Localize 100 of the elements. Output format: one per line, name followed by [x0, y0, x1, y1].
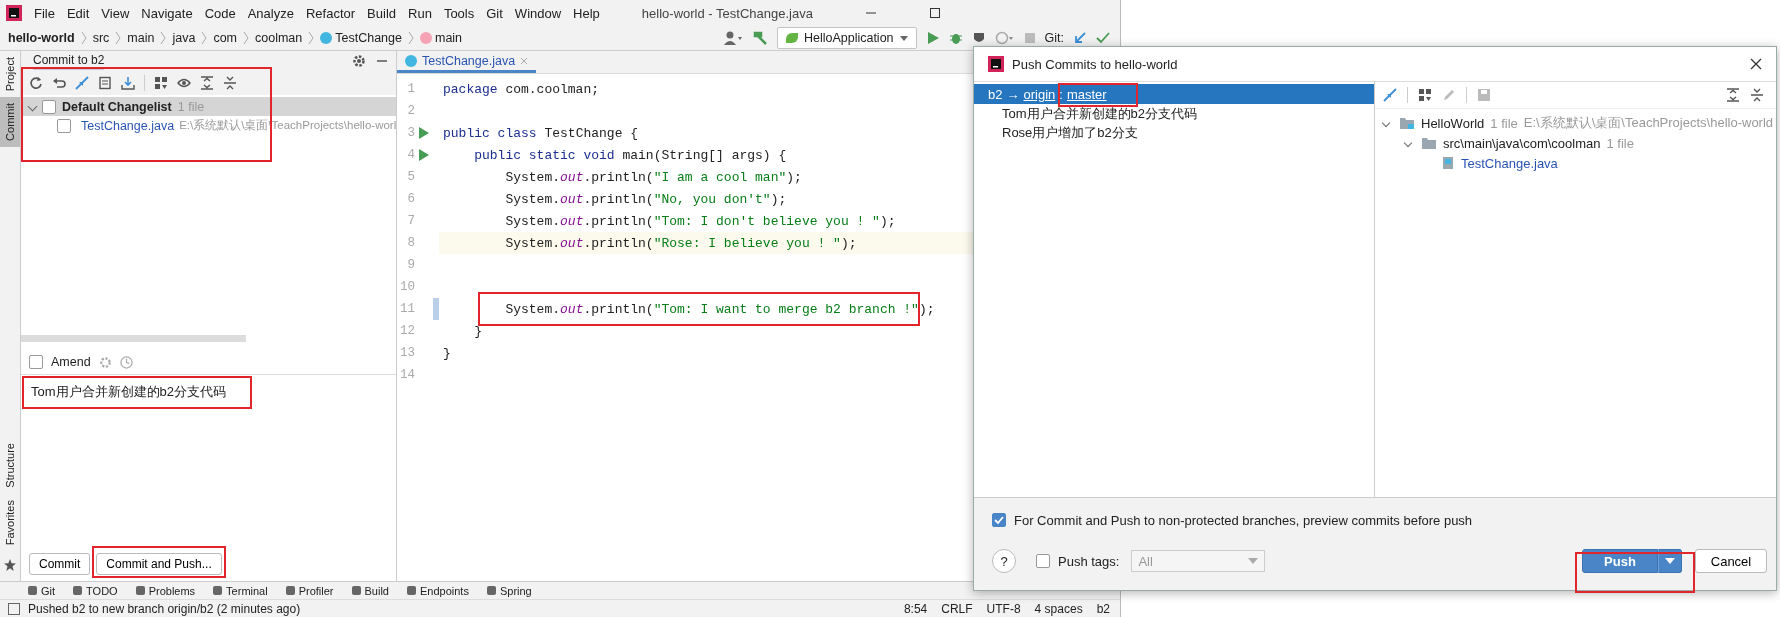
close-icon[interactable] — [1750, 58, 1762, 70]
checkbox[interactable] — [992, 513, 1006, 528]
push-options-button[interactable] — [1658, 549, 1682, 574]
checkbox[interactable] — [42, 99, 56, 114]
user-icon[interactable] — [722, 30, 743, 46]
help-button[interactable]: ? — [992, 549, 1016, 574]
settings-icon[interactable] — [352, 54, 366, 68]
tree-item-name[interactable]: src\main\java\com\coolman — [1443, 135, 1601, 151]
push-tags-label[interactable]: Push tags: — [1058, 553, 1120, 569]
checkbox[interactable] — [29, 355, 43, 369]
commit-button[interactable]: Commit — [29, 553, 91, 575]
breadcrumb[interactable]: main — [419, 31, 463, 45]
tool-window-button[interactable]: Profiler — [285, 584, 334, 597]
gauge-icon[interactable] — [994, 31, 1015, 45]
menu-item[interactable]: Help — [573, 5, 600, 21]
branch-row[interactable]: b2 → origin : master — [974, 84, 1374, 104]
push-button[interactable]: Push — [1582, 549, 1658, 574]
breadcrumb[interactable]: hello-world — [8, 31, 75, 45]
tool-window-button[interactable]: Build — [351, 584, 389, 597]
amend-label[interactable]: Amend — [51, 355, 91, 369]
menu-item[interactable]: Window — [514, 5, 562, 21]
run-configuration-dropdown[interactable]: HelloApplication — [776, 27, 917, 49]
expand-all-icon[interactable] — [200, 76, 214, 90]
tree-item-name[interactable]: HelloWorld — [1421, 115, 1485, 131]
group-icon[interactable] — [154, 76, 168, 90]
breadcrumb[interactable]: java — [172, 31, 196, 45]
module-path: E:\系统默认\桌面\TeachProjects\hello-world — [1523, 114, 1774, 132]
side-tab[interactable]: Project — [0, 51, 20, 98]
menu-item[interactable]: Build — [367, 5, 396, 21]
breadcrumb[interactable]: coolman — [255, 31, 303, 45]
commit-message-field[interactable]: Tom用户合并新创建的b2分支代码 — [21, 375, 396, 553]
save-icon[interactable] — [1477, 88, 1491, 102]
menu-item[interactable]: Tools — [443, 5, 475, 21]
checkmark-icon[interactable] — [1096, 31, 1110, 45]
arrows-icon[interactable] — [75, 76, 89, 90]
arrows-icon[interactable] — [1383, 88, 1397, 102]
refresh-icon[interactable] — [29, 76, 43, 90]
change-marker[interactable] — [433, 298, 439, 320]
bug-icon[interactable] — [948, 31, 963, 45]
side-tab[interactable]: Commit — [0, 97, 20, 148]
commit-button[interactable]: Commit and Push... — [96, 553, 222, 575]
undo-icon[interactable] — [52, 76, 66, 90]
menu-item[interactable]: Refactor — [305, 5, 356, 21]
run-icon[interactable] — [925, 31, 940, 45]
run-icon[interactable] — [417, 149, 429, 161]
stop-icon[interactable] — [1023, 32, 1036, 44]
status-item[interactable]: 8:54 — [903, 601, 928, 616]
group-icon[interactable] — [1418, 88, 1432, 102]
breadcrumb[interactable]: main — [127, 31, 155, 45]
download-icon[interactable] — [121, 76, 135, 90]
line-number: 7 — [406, 214, 415, 228]
scrollbar[interactable] — [21, 335, 246, 342]
menu-item[interactable]: Code — [204, 5, 236, 21]
editor-tab[interactable]: TestChange.java — [397, 51, 537, 73]
breadcrumb[interactable]: src — [92, 31, 110, 45]
status-item[interactable]: 4 spaces — [1034, 601, 1083, 616]
tool-window-button[interactable]: Spring — [486, 584, 532, 597]
pencil-icon[interactable] — [1442, 88, 1456, 102]
menu-item[interactable]: Run — [408, 5, 432, 21]
menu-item[interactable]: File — [34, 5, 55, 21]
menu-item[interactable]: Analyze — [247, 5, 294, 21]
menu-item[interactable]: View — [101, 5, 130, 21]
hammer-icon[interactable] — [751, 30, 768, 46]
file-name[interactable]: TestChange.java — [81, 118, 175, 133]
commit-item[interactable]: Tom用户合并新创建的b2分支代码 — [974, 104, 1374, 123]
tool-window-button[interactable]: Terminal — [213, 584, 268, 597]
menu-item[interactable]: Git — [486, 5, 503, 21]
eye-icon[interactable] — [177, 76, 191, 90]
star-icon[interactable] — [4, 559, 16, 571]
shield-icon[interactable] — [971, 31, 986, 45]
breadcrumb[interactable]: com — [213, 31, 237, 45]
side-tab[interactable]: Favorites — [0, 493, 20, 551]
clock-icon[interactable] — [119, 355, 133, 369]
maximize-icon[interactable] — [928, 7, 941, 19]
status-item[interactable]: b2 — [1096, 601, 1110, 616]
collapse-all-icon[interactable] — [223, 76, 237, 90]
menu-item[interactable]: Edit — [66, 5, 90, 21]
tool-window-button[interactable]: TODO — [73, 584, 118, 597]
run-icon[interactable] — [417, 127, 429, 139]
status-item[interactable]: CRLF — [941, 601, 973, 616]
breadcrumb[interactable]: TestChange — [320, 31, 402, 45]
status-icon[interactable] — [8, 602, 20, 615]
commit-item[interactable]: Rose用户增加了b2分支 — [974, 123, 1374, 142]
document-icon[interactable] — [98, 76, 112, 90]
status-item[interactable]: UTF-8 — [986, 601, 1021, 616]
update-arrow-icon[interactable] — [1073, 31, 1087, 45]
tool-window-button[interactable]: Git — [28, 584, 56, 597]
collapse-all-icon[interactable] — [1750, 88, 1764, 102]
menu-item[interactable]: Navigate — [141, 5, 193, 21]
side-tab[interactable]: Structure — [0, 437, 20, 494]
cancel-button[interactable]: Cancel — [1695, 549, 1767, 574]
checkbox[interactable] — [1036, 554, 1050, 569]
remote-link[interactable]: origin — [1023, 86, 1056, 102]
preview-option-label[interactable]: For Commit and Push to non-protected branches, preview commits before push — [1014, 512, 1473, 528]
target-branch-link[interactable]: master — [1066, 86, 1107, 102]
tree-item-name[interactable]: TestChange.java — [1461, 155, 1558, 171]
tool-window-button[interactable]: Problems — [135, 584, 196, 597]
checkbox[interactable] — [57, 118, 71, 133]
expand-all-icon[interactable] — [1726, 88, 1740, 102]
tool-window-button[interactable]: Endpoints — [407, 584, 469, 597]
